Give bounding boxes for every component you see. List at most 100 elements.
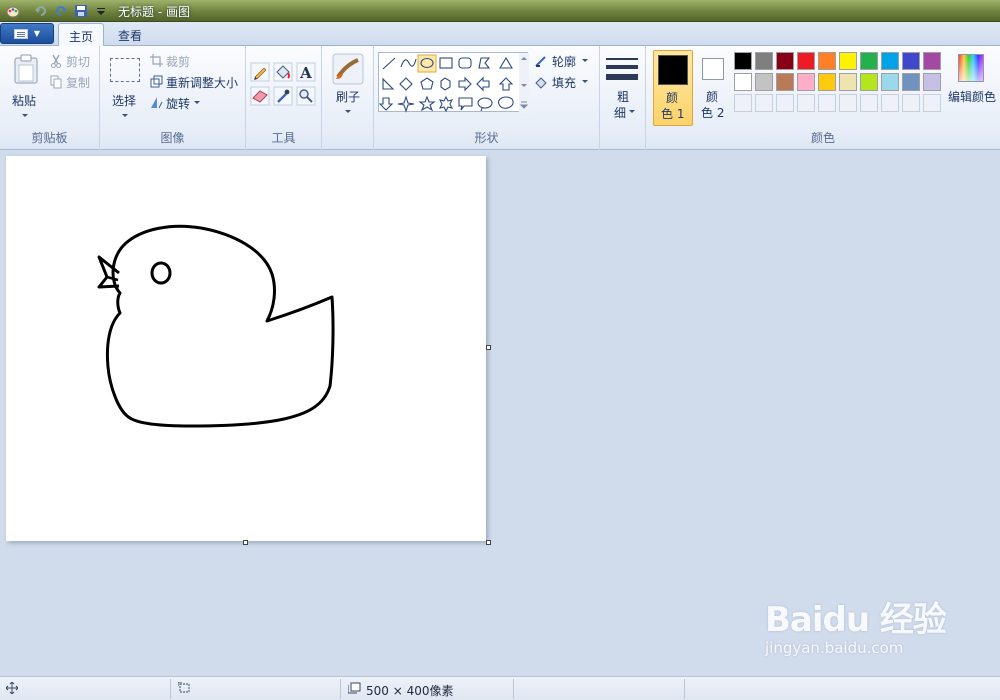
rotate-button[interactable]: 旋转 <box>150 95 210 111</box>
crop-label: 裁剪 <box>166 55 191 69</box>
custom-color-slot[interactable] <box>881 94 899 112</box>
cursor-position-icon <box>6 682 18 694</box>
palette-swatch[interactable] <box>818 73 836 91</box>
color-picker-icon[interactable] <box>273 86 293 106</box>
palette-swatch[interactable] <box>734 73 752 91</box>
palette-swatch[interactable] <box>839 73 857 91</box>
color1-label-b: 色 1 <box>661 107 685 121</box>
resize-label: 重新调整大小 <box>166 76 239 90</box>
resize-button[interactable]: 重新调整大小 <box>150 74 246 90</box>
tools-group-label: 工具 <box>271 131 296 145</box>
palette-swatch[interactable] <box>776 73 794 91</box>
magnifier-icon[interactable] <box>296 86 316 106</box>
resize-handle-right[interactable] <box>486 345 491 350</box>
palette-swatch[interactable] <box>881 73 899 91</box>
palette-swatch[interactable] <box>776 52 794 70</box>
outline-button[interactable]: 轮廓 <box>534 53 594 69</box>
fill-icon <box>535 77 547 89</box>
chevron-down-icon <box>345 110 351 113</box>
watermark-url: jingyan.baidu.com <box>765 639 904 657</box>
edit-colors-button[interactable]: 编辑颜色 <box>946 50 998 120</box>
palette-swatch[interactable] <box>923 52 941 70</box>
custom-color-slot[interactable] <box>839 94 857 112</box>
rotate-icon <box>151 97 163 109</box>
color1-button[interactable]: 颜 色 1 <box>653 50 693 126</box>
undo-icon[interactable] <box>34 4 48 18</box>
selection-size-icon <box>178 682 190 693</box>
palette-swatch[interactable] <box>734 52 752 70</box>
canvas-size-text: 500 × 400像素 <box>366 684 454 698</box>
scissors-icon <box>51 54 61 68</box>
palette-swatch[interactable] <box>923 73 941 91</box>
customize-toolbar-icon[interactable] <box>94 4 108 18</box>
pencil-icon[interactable] <box>250 62 270 82</box>
resize-handle-bottom[interactable] <box>243 540 248 545</box>
redo-icon[interactable] <box>54 4 68 18</box>
palette-swatch[interactable] <box>902 73 920 91</box>
color2-label-b: 色 2 <box>701 106 725 120</box>
color2-button[interactable]: 颜 色 2 <box>696 50 732 126</box>
palette-swatch[interactable] <box>818 52 836 70</box>
resize-handle-corner[interactable] <box>486 540 491 545</box>
palette-swatch[interactable] <box>860 73 878 91</box>
eraser-icon[interactable] <box>250 86 270 106</box>
tab-view[interactable]: 查看 <box>108 23 152 47</box>
outline-icon <box>535 56 546 67</box>
custom-color-slot[interactable] <box>734 94 752 112</box>
outline-label: 轮廓 <box>552 55 577 69</box>
palette-swatch[interactable] <box>755 52 773 70</box>
ribbon: 粘贴 剪切 复制 剪贴板 选择 裁剪 重新调整大小 旋转 图像 A 工具 刷子 … <box>0 46 1000 150</box>
palette-swatch[interactable] <box>839 52 857 70</box>
clipboard-group: 粘贴 剪切 复制 剪贴板 <box>0 46 100 150</box>
custom-color-slot[interactable] <box>818 94 836 112</box>
select-button[interactable]: 选择 <box>106 50 144 126</box>
paint-menu-button[interactable]: ▼ <box>0 23 54 44</box>
line-thickness-icon <box>606 56 638 80</box>
ribbon-tab-bar: ▼ 主页 查看 <box>0 22 1000 47</box>
image-group-label: 图像 <box>160 131 185 145</box>
paste-button[interactable]: 粘贴 <box>6 50 44 126</box>
palette-swatch[interactable] <box>860 52 878 70</box>
duck-drawing <box>97 224 335 428</box>
colors-group-label: 颜色 <box>810 131 835 145</box>
custom-color-slot[interactable] <box>860 94 878 112</box>
tools-group: A 工具 <box>246 46 322 150</box>
save-icon[interactable] <box>74 4 88 18</box>
shapes-group-label: 形状 <box>474 131 499 145</box>
cut-button[interactable]: 剪切 <box>50 53 96 69</box>
palette-swatch[interactable] <box>797 73 815 91</box>
custom-color-slot[interactable] <box>755 94 773 112</box>
shapes-gallery <box>378 52 529 113</box>
watermark: Baidu 经验 jingyan.baidu.com <box>765 592 947 657</box>
custom-color-slot[interactable] <box>902 94 920 112</box>
palette-swatch[interactable] <box>755 73 773 91</box>
palette-swatch[interactable] <box>902 52 920 70</box>
size-button[interactable]: 粗 细 <box>604 52 642 122</box>
cut-label: 剪切 <box>66 55 91 69</box>
paint-app-icon[interactable] <box>6 4 20 18</box>
color1-swatch <box>658 55 688 85</box>
custom-color-slot[interactable] <box>797 94 815 112</box>
text-tool-icon[interactable]: A <box>296 62 316 82</box>
svg-text:A: A <box>299 64 312 82</box>
palette-swatch[interactable] <box>881 52 899 70</box>
tab-home[interactable]: 主页 <box>58 23 105 47</box>
status-divider <box>340 679 341 699</box>
resize-icon <box>150 75 163 88</box>
color-palette <box>734 52 946 116</box>
fill-bucket-icon[interactable] <box>273 62 293 82</box>
palette-swatch[interactable] <box>797 52 815 70</box>
fill-button[interactable]: 填充 <box>534 74 594 90</box>
copy-button[interactable]: 复制 <box>50 74 96 90</box>
size-label-1: 粗 <box>617 90 630 104</box>
crop-button[interactable]: 裁剪 <box>150 53 242 69</box>
copy-label: 复制 <box>66 76 91 90</box>
drawing-canvas[interactable] <box>6 156 486 541</box>
brushes-button[interactable]: 刷子 <box>328 50 368 122</box>
custom-color-slot[interactable] <box>923 94 941 112</box>
quick-access-toolbar <box>6 3 108 19</box>
custom-color-slot[interactable] <box>776 94 794 112</box>
chevron-down-icon <box>582 80 588 83</box>
shapes-gallery-icons <box>378 53 529 113</box>
watermark-logo: Baidu 经验 <box>765 600 947 640</box>
